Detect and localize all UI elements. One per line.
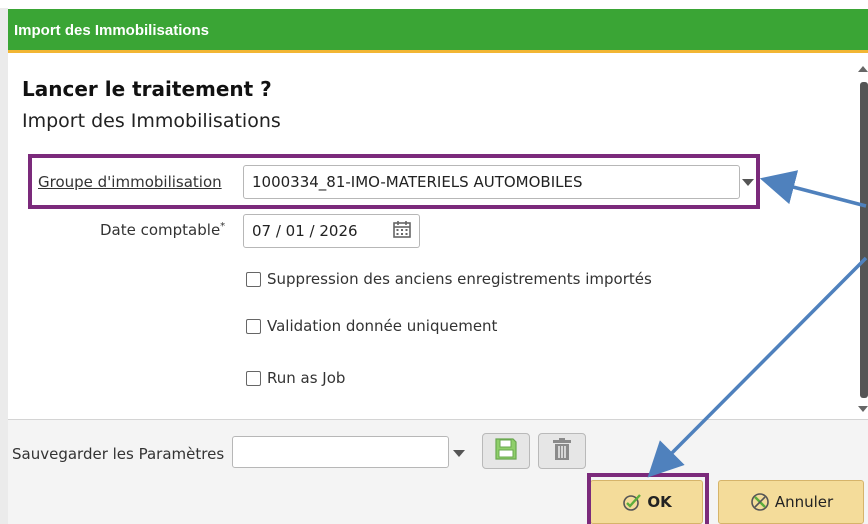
- groupe-immobilisation-label[interactable]: Groupe d'immobilisation: [38, 173, 222, 191]
- save-params-button[interactable]: [482, 433, 530, 469]
- groupe-immobilisation-select[interactable]: 1000334_81-IMO-MATERIELS AUTOMOBILES: [243, 165, 740, 199]
- required-mark: *: [220, 221, 226, 232]
- date-comptable-label: Date comptable*: [100, 221, 225, 239]
- ok-button-label: OK: [647, 493, 672, 511]
- calendar-button[interactable]: [385, 214, 420, 248]
- run-as-job-checkbox[interactable]: [246, 370, 261, 386]
- trash-icon: [549, 436, 575, 467]
- checkbox-row-run-as-job[interactable]: Run as Job: [246, 369, 345, 387]
- checkbox-row-validation[interactable]: Validation donnée uniquement: [246, 317, 497, 335]
- cancel-button[interactable]: Annuler: [718, 480, 864, 524]
- dialog-titlebar: Import des Immobilisations: [8, 9, 868, 53]
- validation-checkbox[interactable]: [246, 318, 261, 334]
- calendar-icon: [392, 219, 412, 244]
- scroll-up-arrow-icon[interactable]: [858, 66, 868, 72]
- delete-params-button[interactable]: [538, 433, 586, 469]
- cancel-circle-icon: [749, 491, 771, 513]
- floppy-disk-icon: [493, 436, 519, 467]
- suppression-checkbox[interactable]: [246, 271, 261, 287]
- dialog-heading: Lancer le traitement ?: [22, 77, 272, 101]
- chevron-down-icon[interactable]: [453, 450, 465, 457]
- cancel-button-label: Annuler: [774, 493, 834, 511]
- date-comptable-input[interactable]: 07 / 01 / 2026: [243, 214, 386, 248]
- run-as-job-label: Run as Job: [267, 369, 346, 387]
- scrollbar-thumb[interactable]: [860, 82, 868, 398]
- validation-label: Validation donnée uniquement: [267, 317, 498, 335]
- dialog-subheading: Import des Immobilisations: [22, 110, 281, 132]
- suppression-label: Suppression des anciens enregistrements …: [267, 270, 652, 288]
- scroll-down-arrow-icon[interactable]: [858, 406, 868, 412]
- dialog-title: Import des Immobilisations: [14, 22, 210, 39]
- date-comptable-label-text: Date comptable: [100, 221, 221, 239]
- check-circle-icon: [621, 491, 643, 513]
- save-params-label: Sauvegarder les Paramètres: [12, 445, 225, 463]
- chevron-down-icon[interactable]: [742, 179, 754, 186]
- ok-button[interactable]: OK: [590, 480, 703, 524]
- checkbox-row-suppression[interactable]: Suppression des anciens enregistrements …: [246, 270, 652, 288]
- save-params-select[interactable]: [232, 436, 449, 468]
